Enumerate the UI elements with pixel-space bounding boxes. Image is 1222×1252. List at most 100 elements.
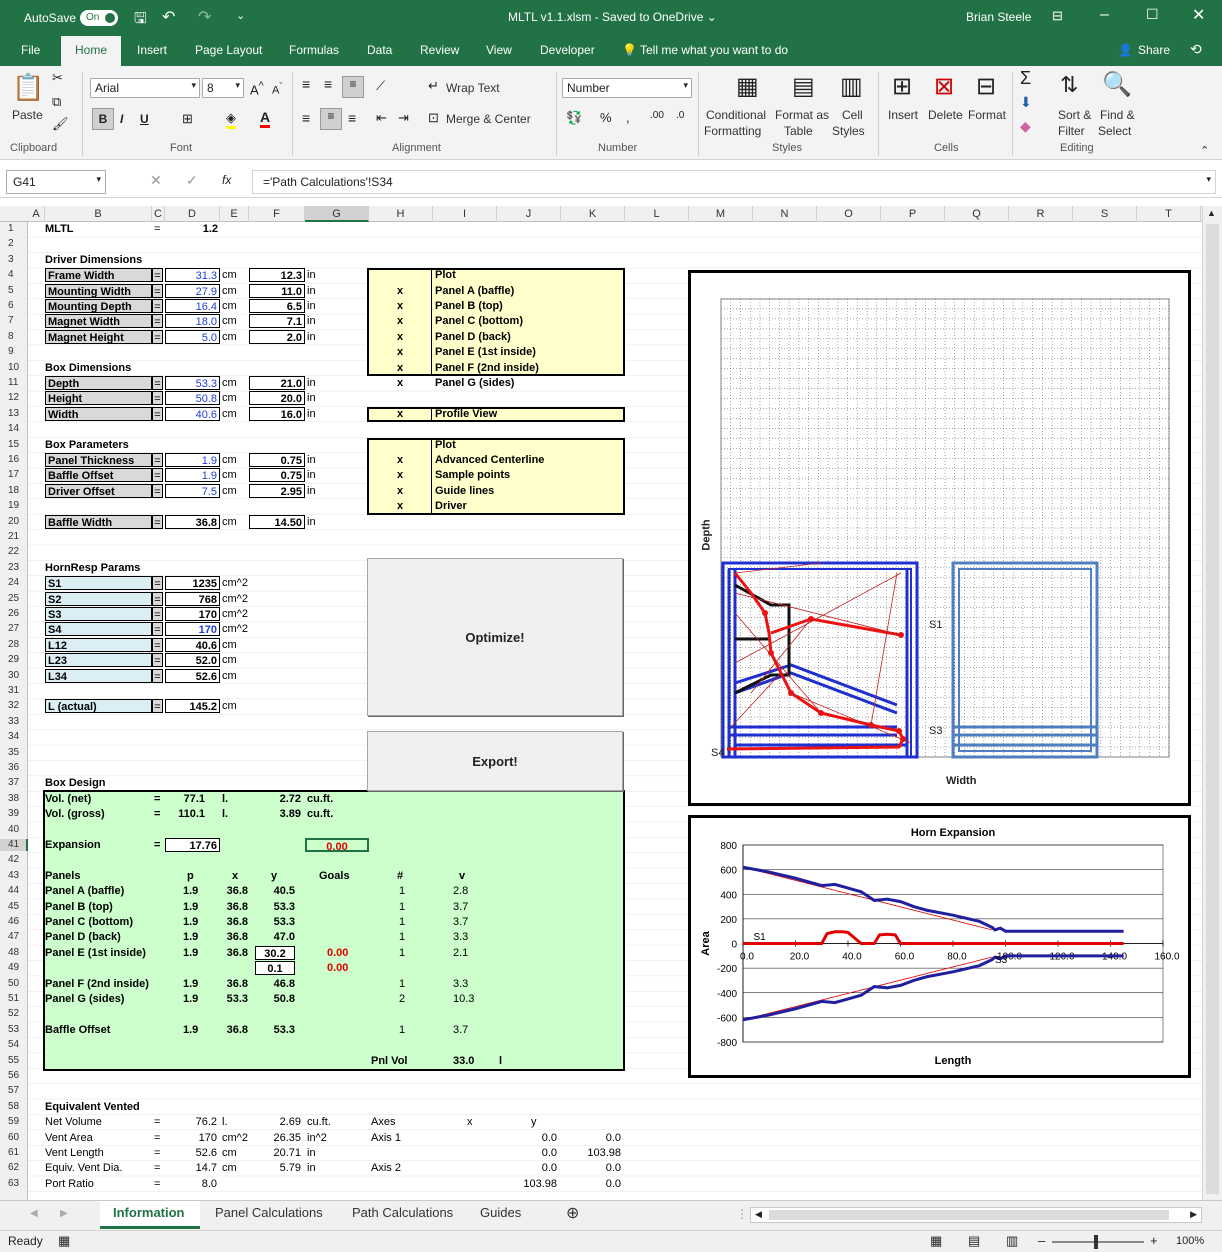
- vented-value-imperial[interactable]: 20.71: [249, 1146, 301, 1160]
- row-header[interactable]: 43: [0, 870, 28, 882]
- format-as-table-icon[interactable]: ▤: [792, 72, 815, 101]
- optimize-button[interactable]: Optimize!: [367, 558, 623, 716]
- merge-center-icon[interactable]: ⊡: [428, 110, 439, 126]
- volume-label[interactable]: Vol. (gross): [45, 807, 105, 821]
- eq-cell[interactable]: =: [152, 268, 163, 283]
- fill-color-icon[interactable]: ◈: [226, 110, 236, 129]
- unit-cm[interactable]: cm: [222, 484, 237, 498]
- col-header-e[interactable]: E: [220, 206, 249, 222]
- unit-cm[interactable]: cm: [222, 299, 237, 313]
- hornresp-label[interactable]: S1: [45, 576, 152, 591]
- hornresp-unit[interactable]: cm^2: [222, 622, 248, 636]
- col-header-s[interactable]: S: [1073, 206, 1137, 222]
- panel-x[interactable]: 36.8: [220, 930, 248, 944]
- row-header[interactable]: 26: [0, 608, 28, 620]
- panel-volume[interactable]: 3.7: [453, 900, 468, 914]
- row-header[interactable]: 6: [0, 300, 28, 312]
- decrease-decimal-icon[interactable]: .0: [676, 110, 684, 121]
- eq-cell[interactable]: =: [152, 591, 163, 606]
- panel-count[interactable]: 2: [399, 992, 405, 1006]
- vertical-scrollbar[interactable]: ▲: [1202, 206, 1222, 1200]
- plot-toggle[interactable]: x: [397, 361, 403, 375]
- panel-y[interactable]: 53.3: [255, 1023, 295, 1037]
- row-header[interactable]: 9: [0, 346, 28, 358]
- dimension-cm-input[interactable]: 27.9: [165, 283, 220, 298]
- select-label[interactable]: Select: [1098, 124, 1131, 138]
- unit-in[interactable]: in: [307, 314, 316, 328]
- dimension-cm-input[interactable]: 1.9: [165, 468, 220, 483]
- dimension-cm-input[interactable]: 53.3: [165, 376, 220, 390]
- panel-y[interactable]: 53.3: [255, 915, 295, 929]
- panel-y[interactable]: 50.8: [255, 992, 295, 1006]
- panel-y[interactable]: 53.3: [255, 900, 295, 914]
- plot-header[interactable]: Plot: [435, 268, 456, 282]
- panel-e-goal2[interactable]: 0.00: [327, 961, 348, 975]
- vented-value[interactable]: 170: [165, 1131, 217, 1145]
- panel-volume[interactable]: 3.7: [453, 1023, 468, 1037]
- eq-cell[interactable]: =: [152, 283, 163, 298]
- panel-p[interactable]: 1.9: [183, 977, 198, 991]
- dimension-label[interactable]: Mounting Width: [45, 283, 152, 298]
- paste-button[interactable]: Paste: [12, 108, 43, 122]
- row-header[interactable]: 58: [0, 1101, 28, 1113]
- dimension-cm-input[interactable]: 50.8: [165, 391, 220, 406]
- unit-cm[interactable]: cm: [222, 330, 237, 344]
- panel-p[interactable]: 1.9: [183, 915, 198, 929]
- align-right-icon[interactable]: ≡: [348, 110, 356, 126]
- sheet-tab-information[interactable]: Information: [113, 1205, 185, 1220]
- baffle-width-label[interactable]: Baffle Width: [45, 514, 152, 529]
- vented-label[interactable]: Vent Area: [45, 1131, 93, 1145]
- vented-unit-imperial[interactable]: cu.ft.: [307, 1115, 331, 1129]
- eq-cell[interactable]: =: [154, 1115, 160, 1129]
- paste-icon[interactable]: 📋: [12, 72, 44, 103]
- align-center-button[interactable]: ≡: [320, 108, 342, 130]
- row-header[interactable]: 54: [0, 1039, 28, 1051]
- underline-button[interactable]: U: [140, 112, 149, 126]
- vented-unit-imperial[interactable]: in^2: [307, 1131, 327, 1145]
- panel-volume[interactable]: 2.1: [453, 946, 468, 960]
- row-header[interactable]: 49: [0, 962, 28, 974]
- unit-liters[interactable]: l.: [222, 792, 228, 806]
- row-header[interactable]: 33: [0, 716, 28, 728]
- l-actual-unit[interactable]: cm: [222, 699, 237, 713]
- profile-view-label[interactable]: Profile View: [435, 407, 497, 421]
- plot-item-label[interactable]: Panel E (1st inside): [435, 345, 536, 359]
- tab-review[interactable]: Review: [420, 43, 459, 57]
- hornresp-header[interactable]: HornResp Params: [45, 561, 140, 575]
- fill-icon[interactable]: ⬇: [1020, 94, 1032, 111]
- row-header[interactable]: 40: [0, 824, 28, 836]
- axes-x-header[interactable]: x: [467, 1115, 473, 1129]
- plot-toggle[interactable]: x: [397, 345, 403, 359]
- align-bottom-button[interactable]: ≡: [342, 76, 364, 98]
- h-scrollbar-thumb[interactable]: [769, 1210, 1169, 1220]
- row-header[interactable]: 12: [0, 392, 28, 404]
- tab-developer[interactable]: Developer: [540, 43, 595, 57]
- align-top-icon[interactable]: ≡: [302, 76, 310, 92]
- enter-icon[interactable]: ✓: [186, 172, 198, 189]
- panel-count[interactable]: 1: [399, 946, 405, 960]
- eq-cell[interactable]: =: [152, 406, 163, 421]
- col-header-p[interactable]: P: [881, 206, 945, 222]
- copy-icon[interactable]: ⧉: [52, 94, 61, 110]
- dimension-label[interactable]: Magnet Width: [45, 314, 152, 329]
- unit-cuft[interactable]: cu.ft.: [307, 807, 333, 821]
- row-header[interactable]: 34: [0, 731, 28, 743]
- col-header-i[interactable]: I: [433, 206, 497, 222]
- panel-volume-label[interactable]: Pnl Vol: [371, 1054, 407, 1068]
- dimension-label[interactable]: Baffle Offset: [45, 468, 152, 483]
- row-header[interactable]: 16: [0, 454, 28, 466]
- sort-label[interactable]: Sort &: [1058, 108, 1091, 122]
- unit-in[interactable]: in: [307, 376, 316, 390]
- dimension-in-value[interactable]: 2.0: [249, 329, 305, 344]
- row-header[interactable]: 48: [0, 947, 28, 959]
- format-as-label[interactable]: Format as: [775, 108, 829, 122]
- col-header-k[interactable]: K: [561, 206, 625, 222]
- dimension-cm-input[interactable]: 16.4: [165, 299, 220, 313]
- row-header[interactable]: 14: [0, 423, 28, 435]
- clear-icon[interactable]: ◆: [1020, 118, 1031, 135]
- hornresp-unit[interactable]: cm^2: [222, 576, 248, 590]
- delete-cells-icon[interactable]: ⊠: [934, 72, 954, 101]
- panel-count[interactable]: 1: [399, 977, 405, 991]
- sort-filter-icon[interactable]: ⇅: [1060, 72, 1078, 98]
- save-icon[interactable]: 🖫: [134, 8, 147, 33]
